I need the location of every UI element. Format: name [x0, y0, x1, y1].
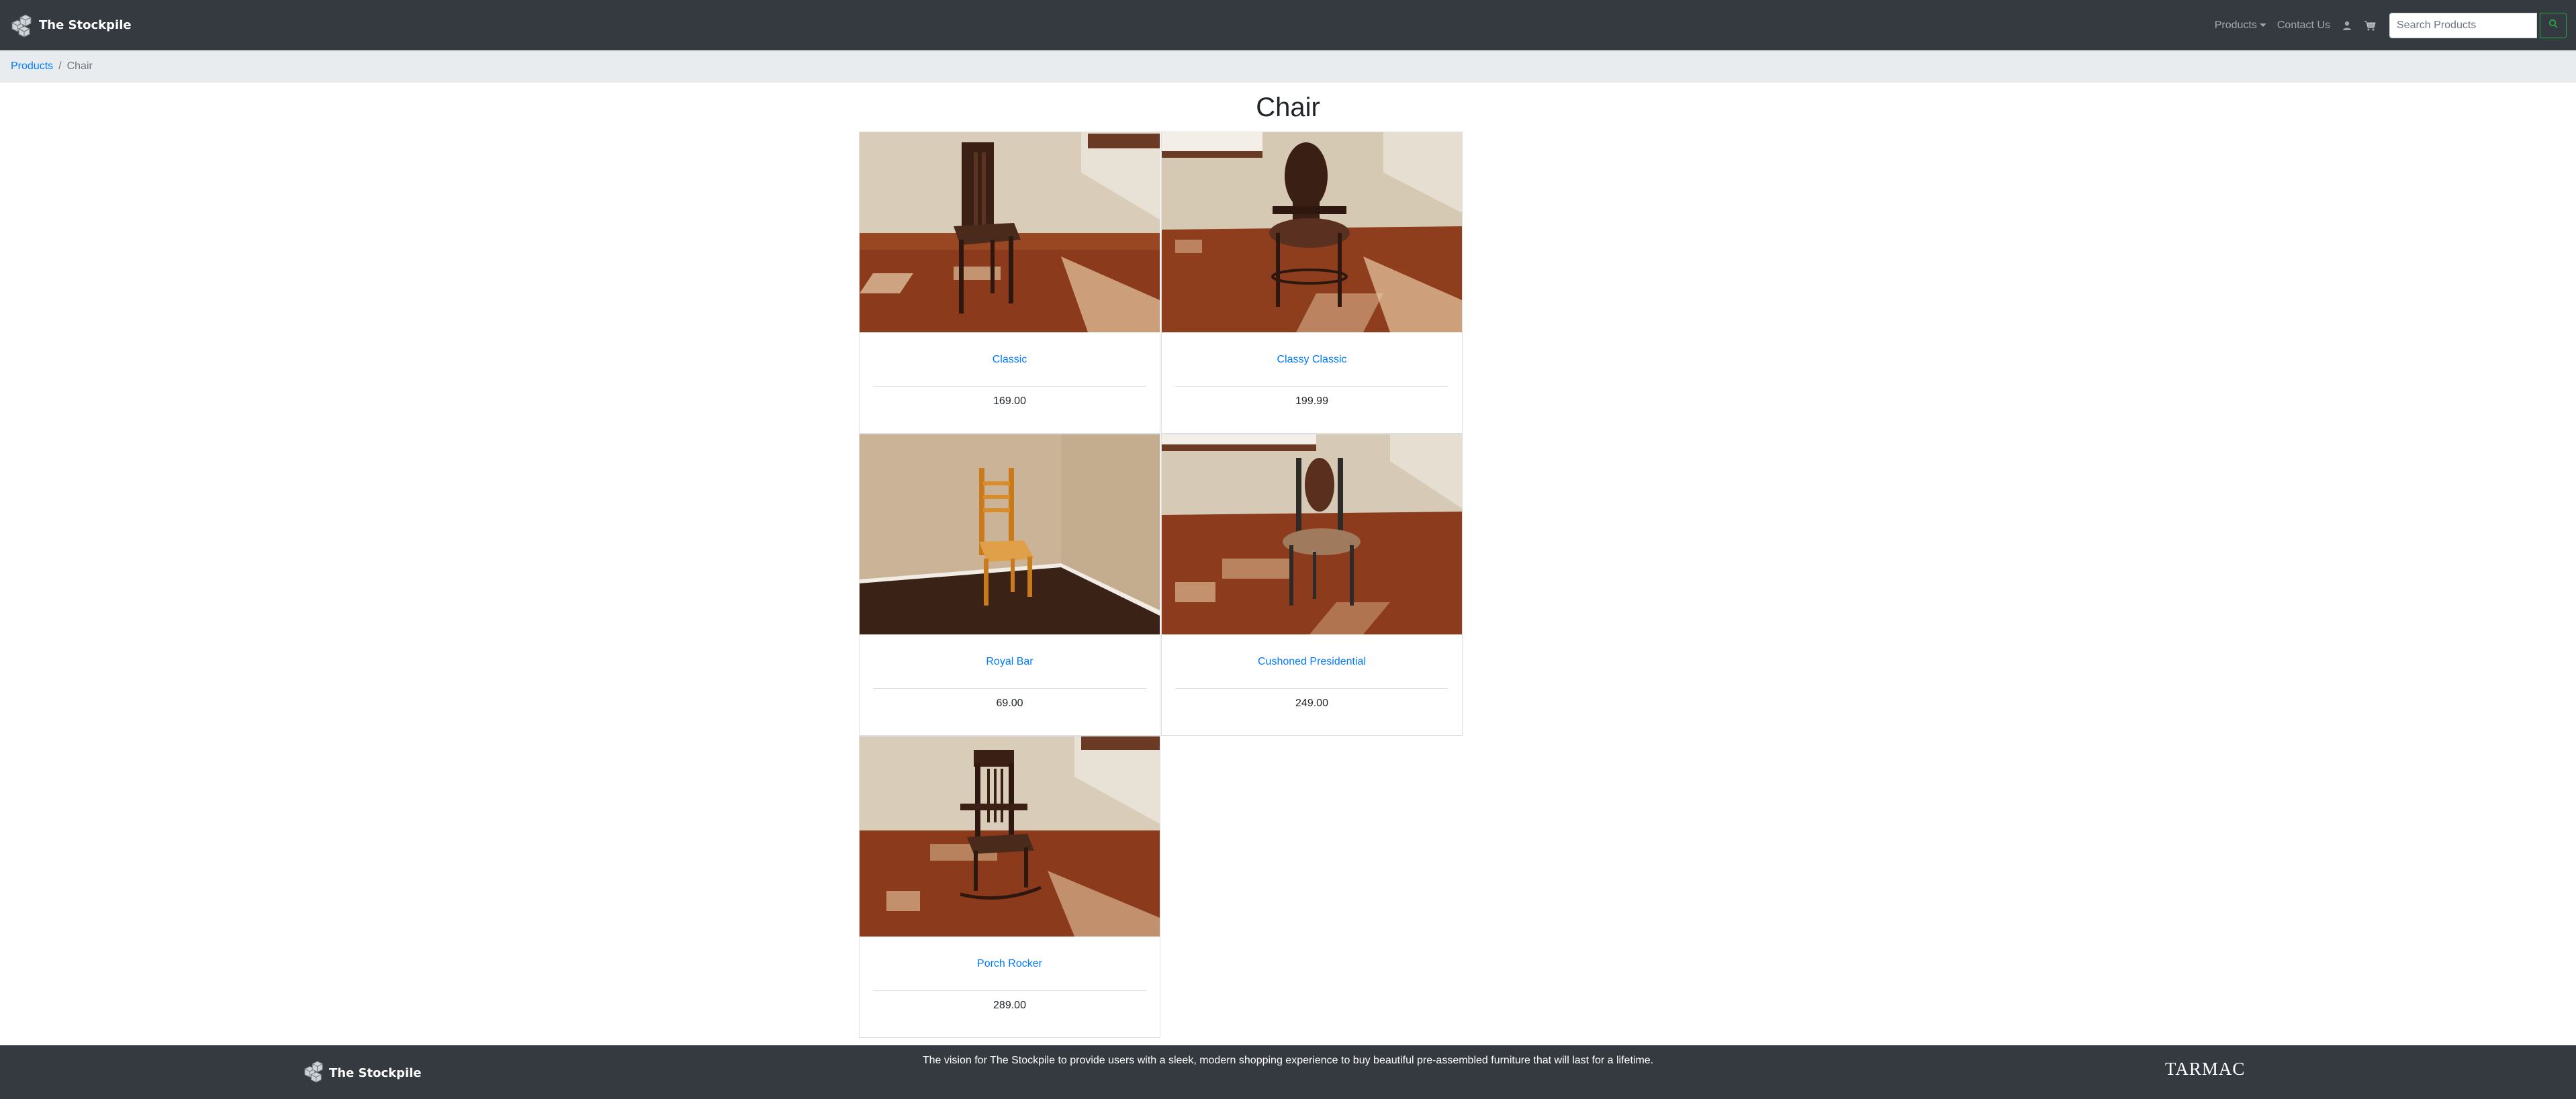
- breadcrumb-products-link[interactable]: Products: [11, 60, 53, 73]
- caret-down-icon: [2259, 23, 2266, 27]
- product-price: 169.00: [993, 395, 1026, 407]
- footer: The Stockpile The vision for The Stockpi…: [0, 1045, 2576, 1099]
- products-dropdown[interactable]: Products: [2215, 19, 2266, 32]
- page-title: Chair: [1256, 93, 1320, 122]
- divider: [873, 990, 1146, 991]
- product-name-link[interactable]: Cushoned Presidential: [1162, 656, 1462, 668]
- divider: [1175, 386, 1448, 387]
- product-image[interactable]: [860, 736, 1160, 937]
- products-dropdown-label: Products: [2214, 19, 2257, 31]
- search-form: [2389, 12, 2567, 38]
- contact-us-link[interactable]: Contact Us: [2277, 19, 2330, 32]
- product-card-royal-bar[interactable]: Royal Bar 69.00: [859, 434, 1160, 736]
- product-price: 199.99: [1295, 395, 1328, 407]
- breadcrumb-separator: /: [58, 60, 62, 72]
- footer-company-link[interactable]: TARMAC: [2165, 1059, 2245, 1080]
- product-image[interactable]: [1162, 434, 1462, 634]
- product-name-link[interactable]: Classic: [860, 354, 1160, 366]
- breadcrumb: Products / Chair: [0, 50, 2576, 83]
- product-card-porch-rocker[interactable]: Porch Rocker 289.00: [859, 736, 1160, 1038]
- divider: [873, 386, 1146, 387]
- product-card-cushoned-presidential[interactable]: Cushoned Presidential 249.00: [1161, 434, 1463, 736]
- product-card-classy-classic[interactable]: Classy Classic 199.99: [1161, 132, 1463, 434]
- top-navbar: The Stockpile Products Contact Us: [0, 0, 2576, 50]
- footer-brand-name: The Stockpile: [329, 1066, 422, 1080]
- search-button[interactable]: [2540, 12, 2567, 38]
- search-input[interactable]: [2389, 12, 2537, 38]
- search-icon: [2548, 19, 2558, 32]
- product-name-link[interactable]: Porch Rocker: [860, 958, 1160, 970]
- product-name-link[interactable]: Classy Classic: [1162, 354, 1462, 366]
- brand-name: The Stockpile: [39, 18, 132, 32]
- divider: [873, 688, 1146, 689]
- divider: [1175, 688, 1448, 689]
- product-card-classic[interactable]: Classic 169.00: [859, 132, 1160, 434]
- product-image[interactable]: [1162, 132, 1462, 332]
- product-price: 249.00: [1295, 698, 1328, 709]
- breadcrumb-current: Chair: [66, 60, 93, 72]
- product-name-link[interactable]: Royal Bar: [860, 656, 1160, 668]
- product-image[interactable]: [860, 434, 1160, 634]
- brand-link[interactable]: The Stockpile: [9, 13, 132, 38]
- person-icon[interactable]: [2341, 19, 2353, 32]
- cube-stack-icon: [9, 13, 35, 38]
- product-price: 69.00: [996, 698, 1023, 709]
- cart-icon[interactable]: [2364, 19, 2376, 32]
- product-image[interactable]: [860, 132, 1160, 332]
- product-price: 289.00: [993, 1000, 1026, 1011]
